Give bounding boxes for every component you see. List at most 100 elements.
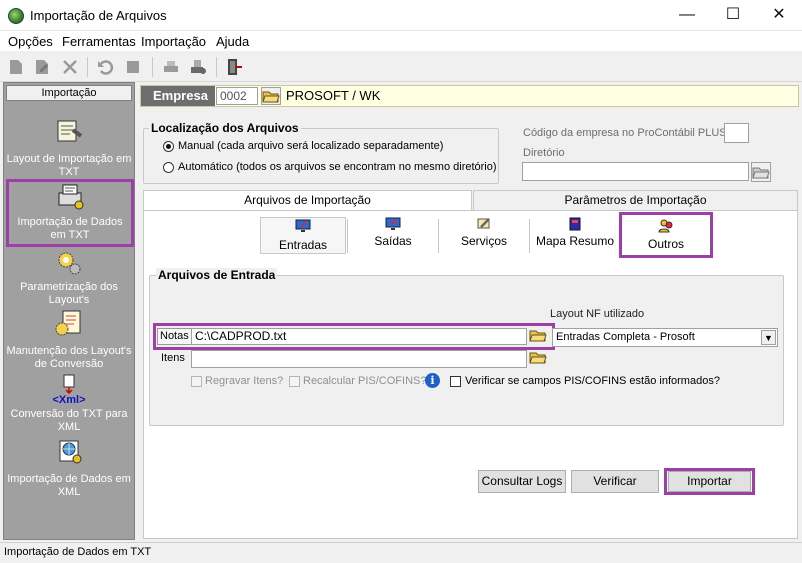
recalcular-label: Recalcular PIS/COFINS? xyxy=(303,375,427,387)
app-icon xyxy=(8,8,24,24)
directory-input[interactable] xyxy=(522,162,749,181)
status-text: Importação de Dados em TXT xyxy=(4,546,152,558)
toolbar xyxy=(0,52,802,82)
sidebar-item-importacao-xml[interactable]: Importação de Dados em XML xyxy=(4,437,134,498)
sidebar-item-conversao-xml[interactable]: <Xml> Conversão do TXT para XML xyxy=(4,374,134,434)
menu-ajuda[interactable]: Ajuda xyxy=(216,34,249,49)
subtab-outros[interactable]: Outros xyxy=(619,212,713,258)
subtab-servicos[interactable]: Serviços xyxy=(440,216,528,254)
delete-icon[interactable] xyxy=(61,58,79,76)
sidebar-item-label: Conversão do TXT para XML xyxy=(10,408,128,433)
tab-arquivos-importacao[interactable]: Arquivos de Importação xyxy=(143,190,472,210)
sidebar-item-parametrizacao[interactable]: Parametrização dos Layout's xyxy=(4,249,134,311)
wrench-icon xyxy=(477,218,490,229)
print-preview-icon[interactable] xyxy=(189,58,207,76)
subtab-divider xyxy=(529,219,530,253)
itens-browse-button[interactable] xyxy=(529,349,549,367)
undo-icon[interactable] xyxy=(96,58,114,76)
sidebar-item-label: Manutenção dos Layout's de Conversão xyxy=(6,345,132,370)
monitor-in-icon xyxy=(295,219,311,232)
xml-badge: <Xml> xyxy=(52,394,86,406)
info-icon[interactable]: i xyxy=(425,373,440,388)
scroll-hammer-icon xyxy=(57,120,83,142)
menu-opcoes[interactable]: Opções xyxy=(8,34,53,49)
document-gear-icon xyxy=(55,310,81,336)
verificar-pis-checkbox[interactable] xyxy=(450,376,461,387)
radio-manual[interactable] xyxy=(163,141,174,152)
gears-icon xyxy=(58,252,81,275)
menu-ferramentas[interactable]: Ferramentas xyxy=(62,34,136,49)
globe-document-icon xyxy=(59,440,82,464)
print-icon[interactable] xyxy=(162,58,180,76)
chevron-down-icon[interactable]: ▼ xyxy=(761,330,776,345)
procontabil-code-label: Código da empresa no ProContábil PLUS xyxy=(523,127,727,139)
empresa-browse-button[interactable] xyxy=(261,87,281,105)
regravar-checkbox[interactable] xyxy=(191,376,202,387)
radio-manual-label: Manual (cada arquivo será localizado sep… xyxy=(178,140,444,152)
subtab-mapa-resumo[interactable]: Mapa Resumo xyxy=(531,216,619,254)
verificar-button[interactable]: Verificar xyxy=(571,470,659,493)
subtab-label: Mapa Resumo xyxy=(535,234,615,248)
notas-input[interactable]: C:\CADPROD.txt xyxy=(191,328,527,345)
close-button[interactable]: ✕ xyxy=(756,0,802,31)
layout-nf-label: Layout NF utilizado xyxy=(550,308,645,320)
people-icon xyxy=(658,219,673,233)
directory-browse-button[interactable] xyxy=(751,162,771,182)
status-bar: Importação de Dados em TXT xyxy=(0,542,802,563)
menu-bar: Opções Ferramentas Importação Ajuda xyxy=(0,31,802,51)
sidebar-item-layout-txt[interactable]: Layout de Importação em TXT xyxy=(4,117,134,178)
subtab-label: Entradas xyxy=(278,238,328,252)
printer-document-icon xyxy=(58,184,84,210)
layout-nf-select[interactable]: Entradas Completa - Prosoft ▼ xyxy=(552,328,778,347)
sidebar-header: Importação xyxy=(6,85,132,101)
exit-door-icon[interactable] xyxy=(224,58,242,76)
subtab-label: Saídas xyxy=(374,234,412,248)
minimize-button[interactable]: — xyxy=(664,0,710,31)
sidebar-item-label: Importação de Dados em XML xyxy=(7,473,131,498)
folder-open-icon xyxy=(262,91,280,103)
empresa-code-field[interactable]: 0002 xyxy=(216,87,258,105)
folder-open-icon xyxy=(752,167,770,179)
itens-label: Itens xyxy=(161,352,185,364)
procontabil-code-input[interactable] xyxy=(724,123,749,143)
book-icon xyxy=(569,217,581,231)
recalcular-checkbox[interactable] xyxy=(289,376,300,387)
notas-browse-button[interactable] xyxy=(529,327,549,345)
regravar-label: Regravar Itens? xyxy=(205,375,284,387)
importar-button[interactable]: Importar xyxy=(668,471,751,492)
sidebar: Importação Layout de Importação em TXT I… xyxy=(3,82,135,540)
new-icon[interactable] xyxy=(7,58,25,76)
monitor-out-icon xyxy=(385,217,401,230)
toolbar-separator xyxy=(87,57,88,77)
sidebar-item-importacao-txt[interactable]: Importação de Dados em TXT xyxy=(6,179,134,247)
menu-importacao[interactable]: Importação xyxy=(141,34,206,49)
layout-nf-value: Entradas Completa - Prosoft xyxy=(556,331,695,343)
folder-open-icon xyxy=(529,330,547,342)
tab-panel: Entradas Saídas Serviços Mapa Resumo Out… xyxy=(143,210,798,539)
folder-open-icon xyxy=(529,352,547,364)
sidebar-item-label: Layout de Importação em TXT xyxy=(6,153,132,178)
toolbar-separator xyxy=(152,57,153,77)
empresa-bar: Empresa 0002 PROSOFT / WK xyxy=(140,85,799,107)
sidebar-item-manutencao[interactable]: Manutenção dos Layout's de Conversão xyxy=(4,309,134,375)
arquivos-entrada-title: Arquivos de Entrada xyxy=(156,268,278,282)
notas-label: Notas xyxy=(157,328,192,345)
sidebar-item-label: Parametrização dos Layout's xyxy=(20,281,118,306)
xml-convert-icon xyxy=(63,374,75,394)
tab-parametros-importacao[interactable]: Parâmetros de Importação xyxy=(473,190,798,210)
maximize-button[interactable]: ☐ xyxy=(710,0,756,31)
window-title: Importação de Arquivos xyxy=(30,8,167,23)
subtab-saidas[interactable]: Saídas xyxy=(349,216,437,254)
radio-automatico[interactable] xyxy=(163,162,174,173)
itens-input[interactable] xyxy=(191,350,527,368)
edit-icon[interactable] xyxy=(33,58,51,76)
localizacao-group xyxy=(143,128,499,184)
empresa-label: Empresa xyxy=(141,86,215,106)
consultar-logs-button[interactable]: Consultar Logs xyxy=(478,470,566,493)
subtab-entradas[interactable]: Entradas xyxy=(260,217,346,254)
toolbar-separator xyxy=(216,57,217,77)
directory-label: Diretório xyxy=(523,147,565,159)
stop-icon[interactable] xyxy=(124,58,142,76)
verificar-pis-label: Verificar se campos PIS/COFINS estão inf… xyxy=(465,375,720,387)
subtab-label: Outros xyxy=(647,237,684,251)
